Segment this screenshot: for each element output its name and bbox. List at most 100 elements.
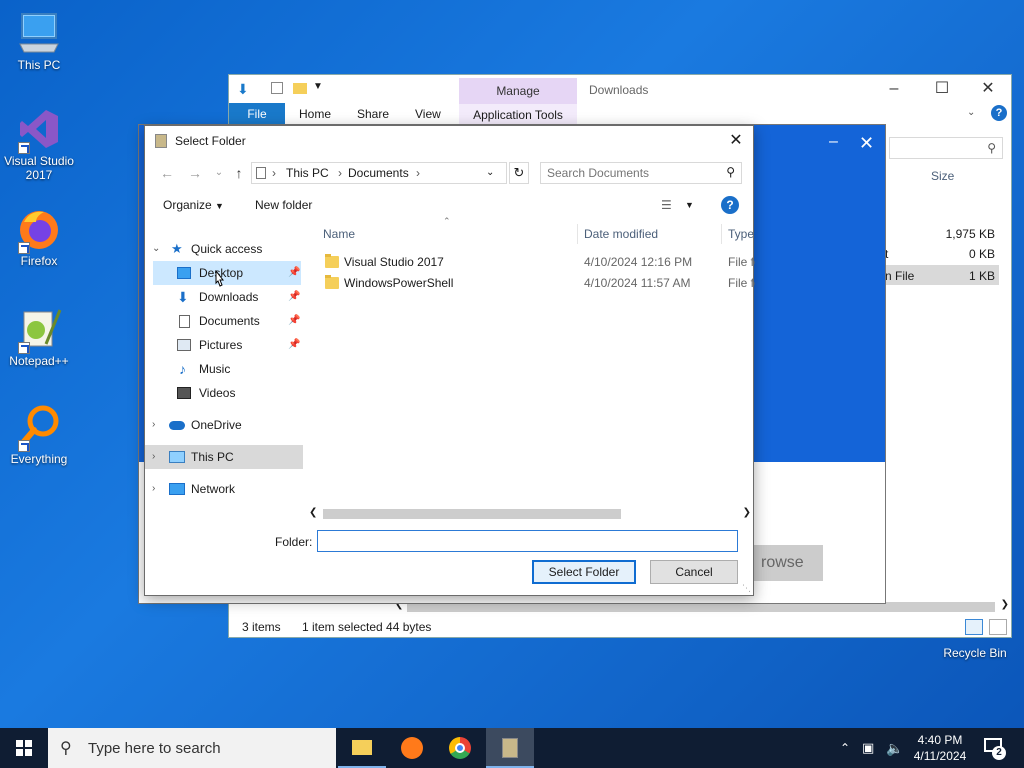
- scroll-left-icon[interactable]: ❮: [309, 507, 317, 518]
- breadcrumb-this-pc[interactable]: This PC: [286, 166, 329, 180]
- file-list-hscroll[interactable]: ❮ ❯: [307, 506, 753, 522]
- scroll-right-icon[interactable]: ❯: [1001, 599, 1009, 610]
- recent-locations-chevron-icon[interactable]: ⌄: [209, 160, 229, 186]
- nav-item-desktop[interactable]: Desktop 📌: [153, 261, 301, 285]
- address-bar[interactable]: › This PC › Documents › ⌄: [251, 162, 507, 184]
- view-options-icon[interactable]: ☰: [661, 198, 672, 212]
- search-documents-box[interactable]: ⚲: [540, 162, 742, 184]
- tab-view[interactable]: View: [405, 103, 451, 125]
- back-arrow-icon[interactable]: ←: [157, 160, 177, 186]
- breadcrumb-documents[interactable]: Documents: [348, 166, 409, 180]
- file-row[interactable]: t 0 KB: [885, 243, 999, 263]
- show-hidden-icons-chevron-icon[interactable]: ⌃: [840, 728, 850, 768]
- collapsed-chevron-icon[interactable]: ›: [152, 445, 155, 469]
- cancel-button[interactable]: Cancel: [650, 560, 738, 584]
- notification-count-badge: 2: [992, 746, 1006, 760]
- nav-item-music[interactable]: ♪ Music: [145, 357, 303, 381]
- collapsed-chevron-icon[interactable]: ›: [152, 477, 155, 501]
- shortcut-arrow-icon: [18, 440, 30, 452]
- tab-manage[interactable]: Manage: [459, 78, 577, 104]
- address-dropdown-chevron-icon[interactable]: ⌄: [486, 167, 494, 178]
- volume-muted-icon[interactable]: 🔈: [886, 728, 903, 768]
- customize-chevron-icon[interactable]: ▼: [313, 81, 323, 92]
- column-divider[interactable]: [577, 224, 578, 244]
- minimize-button[interactable]: –: [871, 75, 917, 103]
- notification-center-button[interactable]: 2: [980, 728, 1010, 768]
- nav-item-quick-access[interactable]: ⌄ ★ Quick access: [145, 237, 303, 261]
- new-folder-icon[interactable]: [293, 83, 307, 94]
- list-item[interactable]: Visual Studio 2017 4/10/2024 12:16 PM Fi…: [315, 252, 755, 273]
- taskbar-firefox[interactable]: [388, 728, 436, 768]
- pin-icon[interactable]: 📌: [288, 333, 300, 357]
- properties-icon[interactable]: [271, 82, 283, 94]
- column-type[interactable]: Type: [728, 222, 754, 246]
- nav-item-network[interactable]: › Network: [145, 477, 303, 501]
- maximize-button[interactable]: ☐: [919, 75, 965, 103]
- collapsed-chevron-icon[interactable]: ›: [152, 413, 155, 437]
- search-icon: ⚲: [726, 165, 735, 179]
- app-minimize-button[interactable]: –: [829, 133, 838, 151]
- view-dropdown-arrow-icon[interactable]: ▼: [685, 200, 694, 210]
- nav-item-documents[interactable]: Documents 📌: [145, 309, 303, 333]
- file-row[interactable]: 1,975 KB: [885, 223, 999, 243]
- dialog-title: Select Folder: [175, 134, 246, 148]
- recycle-bin-icon: [952, 612, 998, 644]
- start-button[interactable]: [0, 728, 48, 768]
- column-size[interactable]: Size: [931, 169, 954, 183]
- pin-icon[interactable]: 📌: [288, 261, 300, 285]
- browse-button[interactable]: rowse: [753, 545, 823, 581]
- shortcut-arrow-icon: [18, 142, 30, 154]
- desktop-icon-visual-studio[interactable]: Visual Studio 2017: [0, 106, 78, 182]
- column-divider[interactable]: [721, 224, 722, 244]
- search-documents-input[interactable]: [547, 166, 717, 180]
- help-icon[interactable]: ?: [721, 196, 739, 214]
- select-folder-dialog[interactable]: Select Folder ✕ ← → ⌄ ↑ › This PC › Docu…: [144, 125, 755, 596]
- list-item[interactable]: WindowsPowerShell 4/10/2024 11:57 AM Fil…: [315, 273, 755, 294]
- explorer-search-box[interactable]: ⚲: [889, 137, 1003, 159]
- nav-item-pictures[interactable]: Pictures 📌: [145, 333, 303, 357]
- nav-item-onedrive[interactable]: › OneDrive: [145, 413, 303, 437]
- clock-date: 4/11/2024: [913, 749, 967, 763]
- help-icon[interactable]: ?: [991, 105, 1007, 121]
- organize-button[interactable]: Organize ▼: [163, 198, 224, 212]
- organize-label: Organize: [163, 198, 212, 212]
- column-name[interactable]: Name: [323, 222, 355, 246]
- nav-item-videos[interactable]: Videos: [145, 381, 303, 405]
- file-row-selected[interactable]: n File 1 KB: [885, 265, 999, 285]
- tab-file[interactable]: File: [229, 103, 285, 125]
- taskbar-chrome[interactable]: [436, 728, 484, 768]
- refresh-icon[interactable]: ↻: [509, 162, 529, 184]
- ribbon-expand-chevron-icon[interactable]: ⌄: [967, 107, 975, 118]
- forward-arrow-icon[interactable]: →: [185, 160, 205, 186]
- desktop-icon-recycle-bin[interactable]: Recycle Bin: [936, 612, 1014, 660]
- scroll-thumb[interactable]: [323, 509, 621, 519]
- taskbar-search-box[interactable]: ⚲ Type here to search: [48, 728, 336, 768]
- pin-icon[interactable]: 📌: [288, 309, 300, 333]
- network-status-icon[interactable]: ▣: [862, 728, 874, 768]
- desktop-icon-this-pc[interactable]: This PC: [0, 10, 78, 72]
- scroll-right-icon[interactable]: ❯: [743, 507, 751, 518]
- dialog-close-button[interactable]: ✕: [719, 126, 753, 156]
- up-arrow-icon[interactable]: ↑: [229, 160, 249, 186]
- notepadpp-icon: [16, 306, 62, 354]
- close-button[interactable]: ✕: [965, 75, 1011, 103]
- pin-icon[interactable]: 📌: [288, 285, 300, 309]
- quick-access-down-icon[interactable]: ⬇: [237, 81, 249, 98]
- folder-input[interactable]: [317, 530, 738, 552]
- column-date-modified[interactable]: Date modified: [584, 222, 658, 246]
- tab-home[interactable]: Home: [289, 103, 341, 125]
- desktop-icon-everything[interactable]: Everything: [0, 404, 78, 466]
- new-folder-button[interactable]: New folder: [255, 198, 312, 212]
- taskbar-active-app[interactable]: [486, 728, 534, 768]
- desktop-icon-notepadpp[interactable]: Notepad++: [0, 306, 78, 368]
- desktop-icon-firefox[interactable]: Firefox: [0, 206, 78, 268]
- select-folder-button[interactable]: Select Folder: [532, 560, 636, 584]
- taskbar-file-explorer[interactable]: [338, 728, 386, 768]
- expanded-chevron-icon[interactable]: ⌄: [152, 237, 160, 261]
- taskbar-clock[interactable]: 4:40 PM 4/11/2024: [908, 728, 972, 768]
- tab-share[interactable]: Share: [347, 103, 399, 125]
- resize-grip-icon[interactable]: ⋱: [742, 583, 751, 594]
- nav-item-this-pc[interactable]: › This PC: [145, 445, 303, 469]
- desktop-folder-icon: [177, 267, 191, 279]
- app-close-button[interactable]: ✕: [859, 133, 874, 154]
